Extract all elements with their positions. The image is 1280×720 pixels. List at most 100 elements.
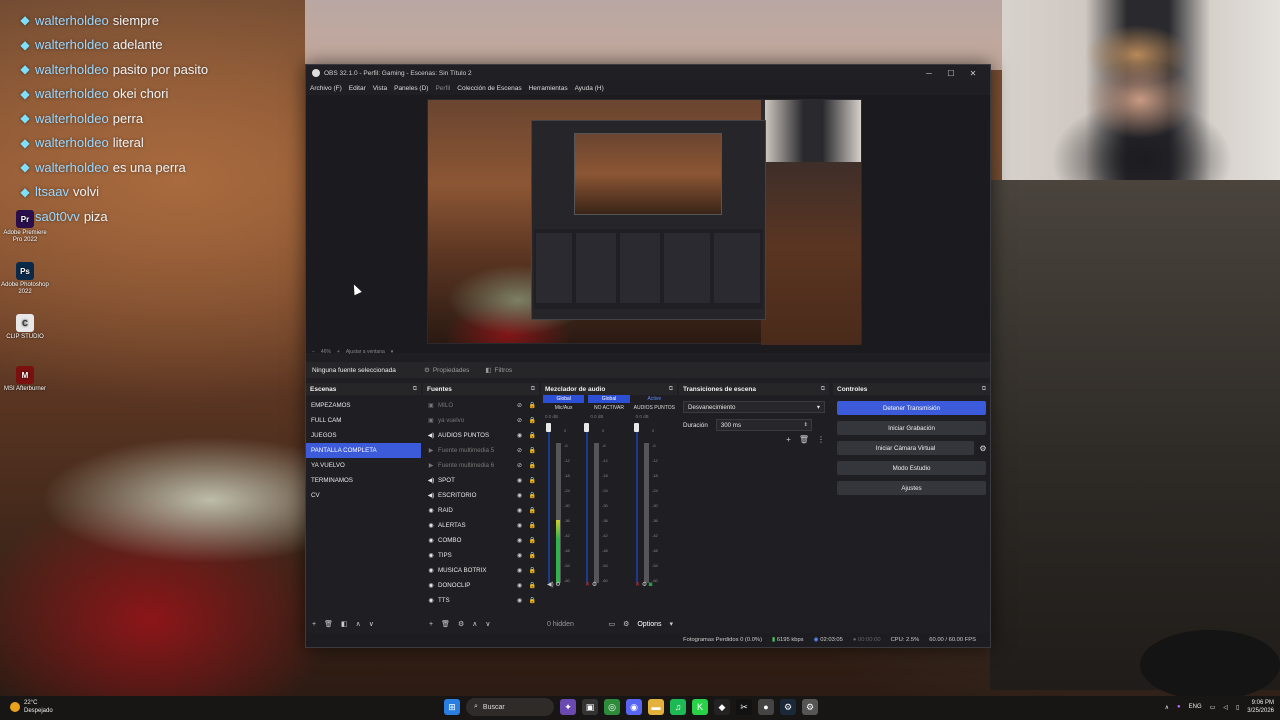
menu-item[interactable]: Vista: [373, 85, 387, 92]
add-source-icon[interactable]: +: [429, 621, 433, 628]
battery-icon[interactable]: ▯: [1236, 704, 1239, 711]
source-item[interactable]: ◀) ESCRITORIO ◉ 🔒: [423, 488, 539, 503]
mixer-tab[interactable]: Global: [588, 395, 630, 403]
speaker-icon[interactable]: ◀): [547, 582, 554, 588]
taskbar-app-icon[interactable]: ◆: [714, 699, 730, 715]
add-scene-icon[interactable]: +: [312, 621, 316, 628]
layout-icon[interactable]: ▭: [608, 620, 615, 628]
lock-icon[interactable]: 🔒: [526, 537, 539, 544]
preview-area[interactable]: − 46% + Ajustar a ventana ▾: [306, 95, 990, 355]
kick-icon[interactable]: K: [692, 699, 708, 715]
eye-icon[interactable]: ◉: [513, 522, 526, 529]
eye-icon[interactable]: ◉: [513, 582, 526, 589]
file-explorer-icon[interactable]: ▬: [648, 699, 664, 715]
virtual-camera-button[interactable]: Iniciar Cámara Virtual: [837, 441, 974, 455]
volume-slider[interactable]: [634, 423, 639, 432]
volume-slider[interactable]: [584, 423, 589, 432]
hidden-eye-icon[interactable]: ⊘: [513, 447, 526, 454]
lock-icon[interactable]: 🔒: [526, 402, 539, 409]
weather-widget[interactable]: 22°C Despejado: [10, 699, 53, 715]
scene-item[interactable]: CV: [306, 488, 421, 503]
hidden-eye-icon[interactable]: ⊘: [513, 417, 526, 424]
lock-icon[interactable]: 🔒: [526, 522, 539, 529]
move-down-icon[interactable]: ∨: [485, 620, 490, 628]
obs-taskbar-icon[interactable]: ●: [758, 699, 774, 715]
chevron-down-icon[interactable]: ▾: [391, 349, 394, 355]
source-item[interactable]: ◉ RAID ◉ 🔒: [423, 503, 539, 518]
remove-transition-icon[interactable]: 🗑: [799, 435, 809, 444]
microphone-icon[interactable]: ●: [1177, 704, 1181, 710]
eye-icon[interactable]: ◉: [513, 432, 526, 439]
audio-settings-icon[interactable]: ⚙: [623, 620, 629, 628]
chrome-icon[interactable]: ◎: [604, 699, 620, 715]
menu-item[interactable]: Perfil: [435, 85, 450, 92]
eye-icon[interactable]: ◉: [513, 477, 526, 484]
move-up-icon[interactable]: ∧: [356, 620, 361, 628]
scene-item[interactable]: PANTALLA COMPLETA: [306, 443, 421, 458]
source-item[interactable]: ▶ Fuente multimedia 5 ⊘ 🔒: [423, 443, 539, 458]
scene-item[interactable]: TERMINAMOS: [306, 473, 421, 488]
tray-chevron-icon[interactable]: ∧: [1165, 704, 1169, 711]
source-item[interactable]: ▶ Fuente multimedia 6 ⊘ 🔒: [423, 458, 539, 473]
scene-item[interactable]: FULL CAM: [306, 413, 421, 428]
menu-item[interactable]: Colección de Escenas: [457, 85, 521, 92]
copilot-icon[interactable]: ✦: [560, 699, 576, 715]
desktop-shortcut[interactable]: Pr Adobe Premiere Pro 2022: [0, 210, 50, 244]
remove-scene-icon[interactable]: 🗑: [324, 620, 333, 628]
eye-icon[interactable]: ◉: [513, 567, 526, 574]
source-item[interactable]: ◉ TTS ◉ 🔒: [423, 593, 539, 608]
volume-icon[interactable]: ◁: [1223, 704, 1228, 711]
eye-icon[interactable]: ◉: [513, 507, 526, 514]
desktop-shortcut[interactable]: C CLIP STUDIO: [0, 314, 50, 341]
windows-start-icon[interactable]: ⊞: [444, 699, 460, 715]
source-item[interactable]: ◉ COMBO ◉ 🔒: [423, 533, 539, 548]
filter-icon[interactable]: ◧: [341, 620, 348, 628]
scene-item[interactable]: JUEGOS: [306, 428, 421, 443]
duration-input[interactable]: 300 ms ⇕: [715, 419, 812, 431]
headphones-icon[interactable]: ◙: [647, 582, 653, 588]
source-item[interactable]: ◉ MUSICA BOTRIX ◉ 🔒: [423, 563, 539, 578]
network-icon[interactable]: ▭: [1210, 704, 1216, 711]
undock-icon[interactable]: ⧉: [531, 386, 535, 393]
desktop-shortcut[interactable]: Ps Adobe Photoshop 2022: [0, 262, 50, 296]
scene-item[interactable]: EMPEZAMOS: [306, 398, 421, 413]
source-item[interactable]: ◀) SPOT ◉ 🔒: [423, 473, 539, 488]
lock-icon[interactable]: 🔒: [526, 552, 539, 559]
zoom-out-icon[interactable]: −: [312, 349, 315, 355]
eye-icon[interactable]: ◉: [513, 552, 526, 559]
undock-icon[interactable]: ⧉: [982, 386, 986, 393]
language-indicator[interactable]: ENG: [1189, 704, 1202, 710]
lock-icon[interactable]: 🔒: [526, 432, 539, 439]
undock-icon[interactable]: ⧉: [821, 386, 825, 393]
desktop-shortcut[interactable]: M MSI Afterburner: [0, 366, 50, 393]
stop-stream-button[interactable]: Detener Transmisión: [837, 401, 986, 415]
options-button[interactable]: Options: [637, 621, 661, 628]
minimize-button[interactable]: ─: [918, 69, 940, 78]
source-item[interactable]: ◉ TIPS ◉ 🔒: [423, 548, 539, 563]
fit-window-dropdown[interactable]: Ajustar a ventana: [346, 349, 385, 355]
more-options-icon[interactable]: ⋮: [817, 435, 825, 444]
lock-icon[interactable]: 🔒: [526, 417, 539, 424]
search-box[interactable]: ⌕ Buscar: [466, 698, 554, 716]
gear-icon[interactable]: ⚙: [976, 444, 990, 453]
lock-icon[interactable]: 🔒: [526, 492, 539, 499]
undock-icon[interactable]: ⧉: [669, 386, 673, 393]
lock-icon[interactable]: 🔒: [526, 507, 539, 514]
steam-icon[interactable]: ⚙: [780, 699, 796, 715]
lock-icon[interactable]: 🔒: [526, 597, 539, 604]
channel-settings-icon[interactable]: ⚙: [554, 582, 560, 588]
add-transition-icon[interactable]: +: [786, 435, 791, 444]
properties-button[interactable]: ⚙ Propiedades: [416, 366, 477, 375]
move-down-icon[interactable]: ∨: [369, 620, 374, 628]
scene-item[interactable]: YA VUELVO: [306, 458, 421, 473]
discord-icon[interactable]: ◉: [626, 699, 642, 715]
menu-item[interactable]: Ayuda (H): [575, 85, 604, 92]
source-item[interactable]: ▣ MILO ⊘ 🔒: [423, 398, 539, 413]
start-recording-button[interactable]: Iniciar Grabación: [837, 421, 986, 435]
gear-icon[interactable]: ⚙: [458, 620, 464, 628]
eye-icon[interactable]: ◉: [513, 597, 526, 604]
remove-source-icon[interactable]: 🗑: [441, 620, 450, 628]
maximize-button[interactable]: ☐: [940, 69, 962, 78]
eye-icon[interactable]: ◉: [513, 537, 526, 544]
lock-icon[interactable]: 🔒: [526, 477, 539, 484]
